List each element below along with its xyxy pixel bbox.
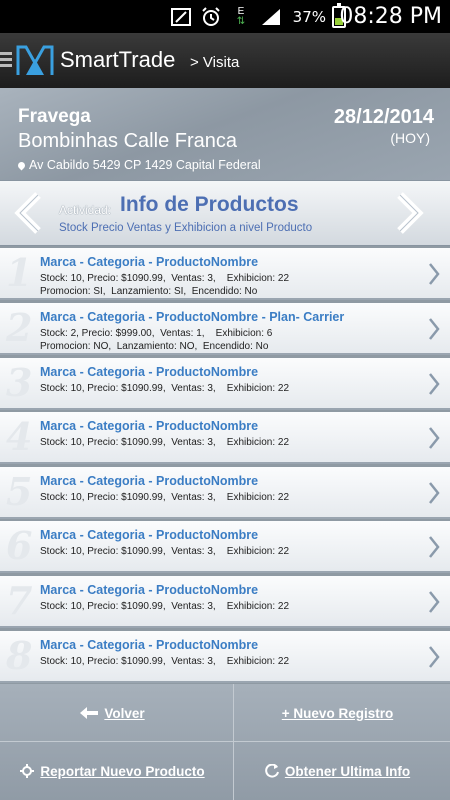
row-number: 8	[6, 633, 33, 678]
product-title: Marca - Categoria - ProductoNombre	[40, 528, 259, 542]
product-stats: Stock: 10, Precio: $1090.99, Ventas: 3, …	[40, 601, 290, 612]
get-last-info-label: Obtener Ultima Info	[284, 763, 411, 779]
activity-title: Info de Productos	[120, 193, 299, 216]
product-row[interactable]: 7 Marca - Categoria - ProductoNombre Sto…	[0, 576, 450, 628]
status-icons: E ⇅	[170, 6, 282, 28]
row-number: 1	[6, 250, 33, 295]
product-title: Marca - Categoria - ProductoNombre	[40, 638, 259, 652]
product-title: Marca - Categoria - ProductoNombre	[40, 419, 259, 433]
store-name: Fravega	[18, 106, 91, 127]
product-title: Marca - Categoria - ProductoNombre	[40, 583, 259, 597]
product-title: Marca - Categoria - ProductoNombre	[40, 474, 259, 488]
activity-banner: Actividad: Info de Productos Stock Preci…	[0, 180, 450, 246]
product-row[interactable]: 3 Marca - Categoria - ProductoNombre Sto…	[0, 358, 450, 410]
drawer-menu-icon[interactable]	[0, 49, 12, 71]
previous-activity-icon[interactable]	[12, 191, 46, 235]
report-new-product-label: Reportar Nuevo Producto	[40, 763, 205, 779]
row-number: 7	[6, 578, 33, 623]
new-record-button[interactable]: + Nuevo Registro	[225, 684, 450, 742]
today-label: (HOY)	[390, 130, 430, 146]
nfc-icon	[170, 6, 192, 28]
new-record-label: + Nuevo Registro	[281, 705, 394, 721]
product-row[interactable]: 5 Marca - Categoria - ProductoNombre Sto…	[0, 467, 450, 519]
back-button[interactable]: Volver	[0, 684, 225, 742]
chevron-right-icon	[429, 536, 440, 558]
product-promo: Promocion: NO, Lanzamiento: NO, Encendid…	[40, 341, 269, 352]
activity-label: Actividad:	[59, 203, 112, 217]
product-stats: Stock: 10, Precio: $1090.99, Ventas: 3, …	[40, 383, 290, 394]
data-network-icon: E ⇅	[236, 6, 246, 27]
app-bar: SmartTrade > Visita	[0, 33, 450, 89]
chevron-right-icon	[429, 427, 440, 449]
product-row[interactable]: 6 Marca - Categoria - ProductoNombre Sto…	[0, 521, 450, 573]
clock: 08:28 PM	[339, 4, 442, 29]
product-stats: Stock: 10, Precio: $1090.99, Ventas: 3, …	[40, 656, 290, 667]
product-row[interactable]: 8 Marca - Categoria - ProductoNombre Sto…	[0, 631, 450, 683]
crosshair-icon	[20, 764, 35, 778]
product-stats: Stock: 10, Precio: $1090.99, Ventas: 3, …	[40, 546, 290, 557]
product-title: Marca - Categoria - ProductoNombre - Pla…	[40, 310, 345, 324]
location-pin-icon	[16, 160, 27, 171]
battery-percent: 37%	[292, 8, 326, 26]
app-title: SmartTrade	[60, 47, 176, 72]
product-stats: Stock: 2, Precio: $999.00, Ventas: 1, Ex…	[40, 328, 273, 339]
refresh-icon	[265, 764, 279, 778]
product-stats: Stock: 10, Precio: $1090.99, Ventas: 3, …	[40, 437, 290, 448]
breadcrumb: > Visita	[190, 54, 240, 71]
store-address: Av Cabildo 5429 CP 1429 Capital Federal	[16, 158, 261, 172]
product-list: 1 Marca - Categoria - ProductoNombre Sto…	[0, 248, 450, 684]
address-text: Av Cabildo 5429 CP 1429 Capital Federal	[29, 158, 261, 172]
signal-icon	[260, 6, 282, 28]
arrow-left-icon	[80, 707, 99, 719]
row-number: 2	[6, 305, 33, 350]
alarm-icon	[200, 6, 222, 28]
chevron-right-icon	[429, 591, 440, 613]
product-row[interactable]: 1 Marca - Categoria - ProductoNombre Sto…	[0, 248, 450, 300]
back-label: Volver	[104, 705, 145, 721]
visit-date: 28/12/2014	[333, 106, 434, 128]
product-stats: Stock: 10, Precio: $1090.99, Ventas: 3, …	[40, 492, 290, 503]
product-row[interactable]: 2 Marca - Categoria - ProductoNombre - P…	[0, 303, 450, 355]
chevron-right-icon	[429, 646, 440, 668]
product-title: Marca - Categoria - ProductoNombre	[40, 365, 259, 379]
visit-header: Fravega Bombinhas Calle Franca Av Cabild…	[0, 88, 450, 180]
chevron-right-icon	[429, 482, 440, 504]
row-number: 5	[6, 469, 33, 514]
get-last-info-button[interactable]: Obtener Ultima Info	[225, 742, 450, 800]
chevron-right-icon	[429, 263, 440, 285]
next-activity-icon[interactable]	[392, 191, 426, 235]
product-stats: Stock: 10, Precio: $1090.99, Ventas: 3, …	[40, 273, 290, 284]
report-new-product-button[interactable]: Reportar Nuevo Producto	[0, 742, 225, 800]
chevron-right-icon	[429, 318, 440, 340]
smarttrade-logo-icon	[16, 45, 54, 75]
product-row[interactable]: 4 Marca - Categoria - ProductoNombre Sto…	[0, 412, 450, 464]
product-title: Marca - Categoria - ProductoNombre	[40, 255, 259, 269]
activity-description: Stock Precio Ventas y Exhibicion a nivel…	[59, 222, 313, 234]
product-promo: Promocion: SI, Lanzamiento: SI, Encendid…	[40, 286, 258, 297]
row-number: 6	[6, 523, 33, 568]
status-bar: E ⇅ 37% 08:28 PM	[0, 0, 450, 33]
row-number: 3	[6, 360, 33, 405]
row-number: 4	[6, 414, 33, 459]
branch-name: Bombinhas Calle Franca	[18, 130, 237, 152]
chevron-right-icon	[429, 373, 440, 395]
